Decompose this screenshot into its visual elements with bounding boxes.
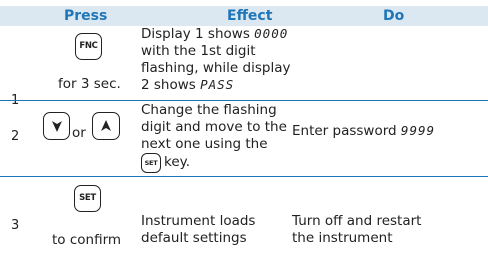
- set-key-icon: SET: [74, 185, 101, 212]
- set-key-icon: SET: [141, 153, 161, 173]
- header-press: Press: [64, 8, 108, 24]
- set-key-label: SET: [144, 158, 158, 167]
- display-value: PASS: [200, 77, 235, 92]
- do-line: Turn off and restart: [292, 213, 422, 229]
- display-value: 0000: [254, 26, 289, 41]
- effect-line: Change the flashing: [141, 102, 277, 118]
- effect-line: with the 1st digit: [141, 43, 256, 59]
- header-effect: Effect: [227, 8, 273, 24]
- effect-line: digit and move to the: [141, 119, 287, 135]
- step-number: 3: [11, 218, 20, 233]
- row-divider: [0, 100, 488, 101]
- effect-line: key.: [164, 154, 190, 170]
- do-line: Enter password 9999: [292, 123, 436, 139]
- down-arrow-key-icon: [43, 112, 70, 140]
- password-value: 9999: [400, 123, 436, 138]
- table-header: Press Effect Do: [0, 6, 488, 26]
- effect-line: Instrument loads: [141, 213, 256, 229]
- effect-line: default settings: [141, 230, 247, 246]
- effect-line: next one using the: [141, 136, 268, 152]
- effect-line: 2 shows PASS: [141, 77, 235, 93]
- or-text: or: [72, 125, 86, 141]
- row-divider: [0, 176, 488, 177]
- fnc-key-label: FNC: [79, 41, 98, 52]
- fnc-key-icon: FNC: [75, 33, 102, 60]
- step-number: 2: [11, 129, 20, 144]
- do-line: the instrument: [292, 230, 393, 246]
- up-arrow-key-icon: [92, 112, 120, 140]
- effect-line: Display 1 shows 0000: [141, 26, 289, 42]
- press-note: to confirm: [52, 232, 122, 248]
- header-do: Do: [383, 8, 405, 24]
- press-note: for 3 sec.: [58, 76, 121, 92]
- set-key-label: SET: [79, 193, 96, 204]
- effect-line: flashing, while display: [141, 60, 291, 76]
